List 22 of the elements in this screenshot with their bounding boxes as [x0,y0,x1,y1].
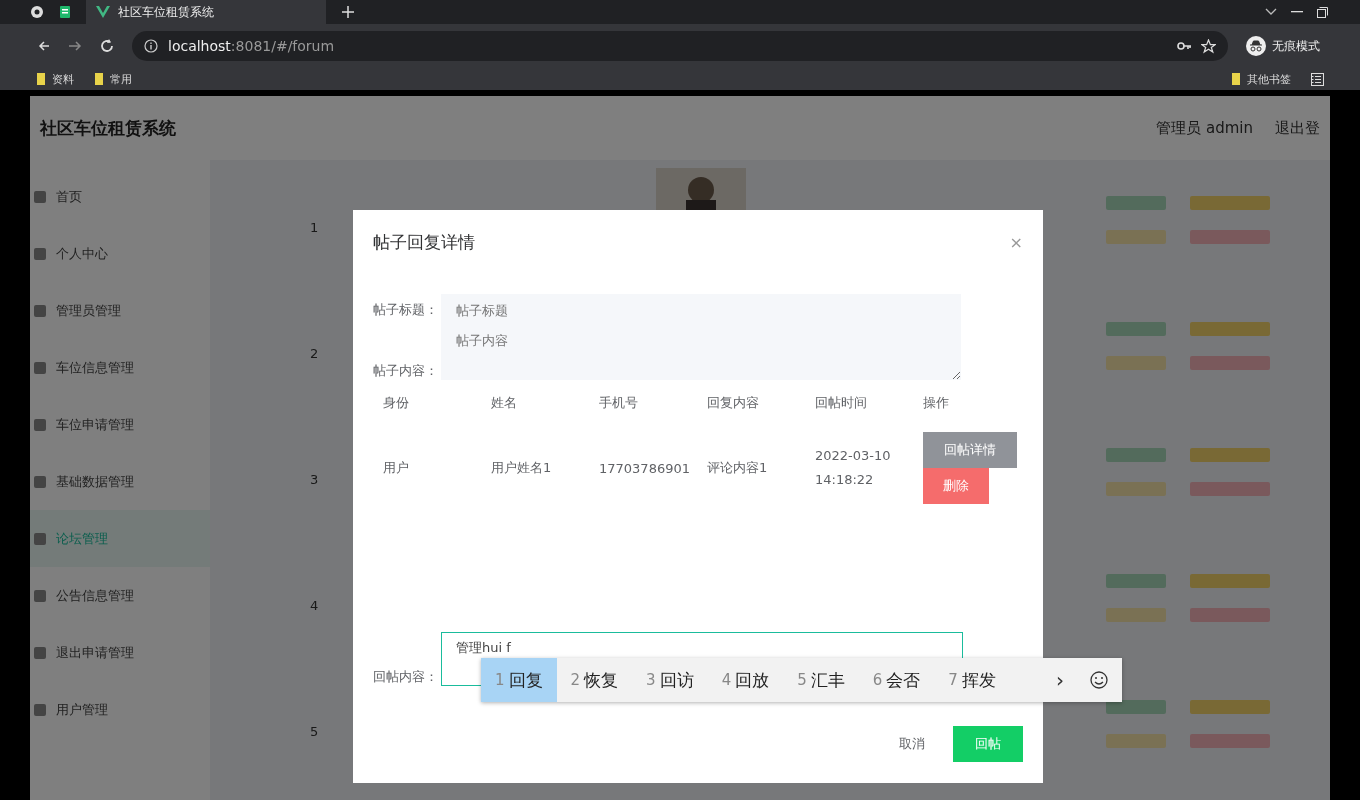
column-header: 操作 [923,394,950,412]
row-number: 1 [310,220,319,235]
app-title: 社区车位租赁系统 [40,116,176,140]
field-label: 回帖内容： [373,668,439,686]
column-header: 身份 [383,394,410,412]
table-cell-text: 用户 [383,459,410,477]
column-header: 手机号 [599,394,639,412]
row-number: 5 [310,724,319,739]
table-cell-text: 2022-03-10 14:18:22 [815,447,892,489]
table-cell-text: 评论内容1 [707,459,769,477]
field-label: 帖子内容： [373,362,439,380]
field-label: 帖子标题： [373,301,439,319]
dialog-title: 帖子回复详情 [373,230,475,254]
user-label: 管理员 admin [1156,118,1253,138]
row-number: 3 [310,472,319,487]
column-header: 回复内容 [707,394,760,412]
column-header: 姓名 [491,394,518,412]
row-number: 4 [310,598,319,613]
table-cell-text: 用户姓名1 [491,459,553,477]
row-number: 2 [310,346,319,361]
column-header: 回帖时间 [815,394,868,412]
table-cell-text: 17703786901 [599,460,691,476]
